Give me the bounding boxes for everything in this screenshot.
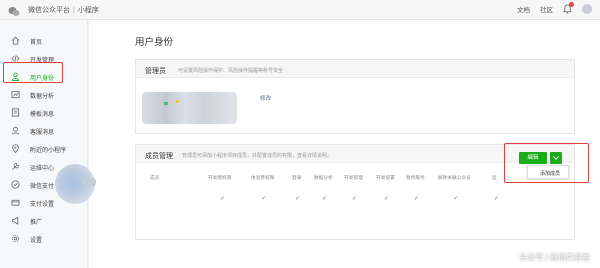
notification-badge <box>569 2 574 7</box>
gear-icon <box>11 234 20 243</box>
modify-admin-link[interactable]: 修改 <box>260 94 271 102</box>
table-row: ✓ ✓ ✓ ✓ ✓ ✓ ✓ ✓ ✓ <box>136 189 576 229</box>
sidebar-item-settings[interactable]: 设置 <box>0 232 88 245</box>
watermark: 头条号 / 霞逝实验室 <box>519 253 590 262</box>
wrench-icon <box>12 162 20 170</box>
sidebar-item-label: 模板消息 <box>30 112 55 118</box>
blur-artifact <box>164 102 168 105</box>
promote-icon <box>11 216 19 225</box>
column-header: 解除关联公众号 <box>438 175 471 180</box>
column-header: 登录 <box>292 175 302 180</box>
row-check: ✓ <box>220 196 226 202</box>
sidebar-item-label: 首页 <box>30 40 43 46</box>
avatar[interactable] <box>582 4 592 14</box>
highlight-box-edit <box>504 143 589 183</box>
row-check: ✓ <box>322 196 328 202</box>
brand-name: 微信公众平台 <box>28 7 70 14</box>
template-icon <box>11 108 20 117</box>
service-icon <box>11 126 20 135</box>
docs-link[interactable]: 文档 <box>517 4 530 14</box>
sidebar-item-home[interactable]: 首页 <box>0 34 88 47</box>
sidebar-item-label: 推广 <box>30 220 43 226</box>
highlight-box-sidebar <box>3 62 63 83</box>
location-icon <box>12 144 19 153</box>
row-check: ✓ <box>494 196 500 202</box>
members-card-title: 成员管理 <box>145 153 173 160</box>
brand-title[interactable]: 微信公众平台 | 小程序 <box>28 5 99 15</box>
sidebar-item-label: 附近的小程序 <box>30 148 67 154</box>
admin-card-header: 管理员 可设置风险操作保护、风险操作提醒等账号安全 <box>136 60 574 78</box>
pay-settings-icon <box>11 199 20 206</box>
column-header: 开发管理 <box>344 175 363 180</box>
admin-info: 修改 <box>136 92 316 126</box>
sidebar-item-customer-service[interactable]: 客服消息 <box>0 124 88 137</box>
bell-icon[interactable] <box>562 2 574 14</box>
product-name: 小程序 <box>77 7 99 14</box>
blur-artifact <box>82 178 96 186</box>
sidebar-item-label: 运维中心 <box>30 166 55 172</box>
chart-icon <box>11 90 20 99</box>
page-title: 用户身份 <box>135 37 174 48</box>
sidebar-item-label: 微信支付 <box>30 184 55 190</box>
sidebar-item-promote[interactable]: 推广 <box>0 214 88 227</box>
sidebar-item-label: 客服消息 <box>30 130 55 136</box>
sidebar-item-label: 数据分析 <box>30 94 55 100</box>
row-check: ✓ <box>414 196 420 202</box>
sidebar-item-template-message[interactable]: 模板消息 <box>0 106 88 119</box>
community-link[interactable]: 社区 <box>540 4 553 14</box>
column-header: 体验者权限 <box>251 175 275 180</box>
column-header: 开发设置 <box>376 175 395 180</box>
row-check: ✓ <box>261 196 267 202</box>
column-header: 暂停服务 <box>406 175 425 180</box>
column-header: 数据分析 <box>314 175 333 180</box>
sidebar-item-data-analysis[interactable]: 数据分析 <box>0 88 88 101</box>
sidebar-item-label: 支付设置 <box>30 202 55 208</box>
admin-card-title: 管理员 <box>145 68 166 75</box>
sidebar: 首页 开发管理 用户身份 数据分析 模板消息 客服消息 附近的小程序 运维中心 … <box>0 20 88 268</box>
admin-card-desc: 可设置风险操作保护、风险操作提醒等账号安全 <box>178 68 284 74</box>
sidebar-item-nearby-miniprogram[interactable]: 附近的小程序 <box>0 142 88 155</box>
admin-card: 管理员 可设置风险操作保护、风险操作提醒等账号安全 修改 <box>135 59 575 134</box>
column-header: 成员 <box>150 175 160 180</box>
pay-icon <box>11 180 20 189</box>
blur-artifact <box>176 100 179 103</box>
column-header: 开发者权限 <box>208 175 232 180</box>
top-bar: 微信公众平台 | 小程序 文档 社区 <box>0 0 600 20</box>
home-icon <box>11 36 20 45</box>
sidebar-item-label: 设置 <box>30 238 43 244</box>
members-card-desc: 管理员可添加小程序项目成员，并配置成员的权限，查看详情说明。 <box>182 153 333 159</box>
admin-avatar-blurred <box>142 92 237 124</box>
row-check: ✓ <box>384 196 390 202</box>
row-check: ✓ <box>352 196 358 202</box>
row-check: ✓ <box>295 196 301 202</box>
wechat-logo-icon <box>8 4 20 16</box>
row-check: ✓ <box>453 196 459 202</box>
column-header: 监 <box>492 175 497 180</box>
